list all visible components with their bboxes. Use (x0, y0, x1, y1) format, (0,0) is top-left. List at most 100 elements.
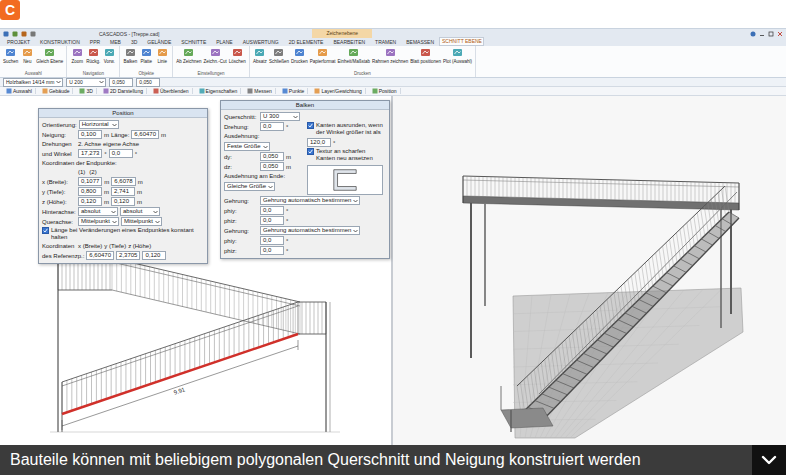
dropdown-value: Horizontal (82, 121, 109, 128)
dialog-title[interactable]: Balken (221, 101, 389, 110)
number-field[interactable]: 0,0 (260, 236, 284, 245)
checkbox[interactable] (42, 227, 49, 234)
checkbox[interactable] (307, 122, 314, 129)
ribbon-button[interactable]: Rückg. (86, 47, 100, 64)
ribbon-tab[interactable]: AUSWERTUNG (238, 38, 284, 46)
ribbon-tab[interactable]: PROJEKT (2, 38, 35, 46)
ribbon-button[interactable]: Papierformat (310, 47, 336, 64)
number-field[interactable]: 0,0 (260, 122, 284, 131)
position-dialog[interactable]: PositionOrientierung:HorizontalNeigung:0… (38, 108, 208, 264)
ribbon-button[interactable]: Vorw. (102, 47, 116, 64)
dropdown[interactable]: U 200 (66, 78, 106, 87)
drawing-2d-view[interactable]: 9.91PositionOrientierung:HorizontalNeigu… (0, 96, 393, 445)
dropdown[interactable]: Mittelpunkt (78, 217, 119, 226)
number-field[interactable]: 0,050 (109, 78, 133, 87)
ribbon-button[interactable]: Zoom (70, 47, 84, 64)
ribbon-button[interactable]: Blatt positionen (410, 47, 441, 64)
number-field[interactable]: 17,273 (78, 149, 102, 158)
dialog-title[interactable]: Position (39, 109, 207, 118)
ribbon-tab[interactable]: MEB (105, 38, 126, 46)
number-field[interactable]: 0,100 (78, 130, 102, 139)
ribbon-tab[interactable]: PPR (85, 38, 105, 46)
checkbox[interactable] (307, 148, 314, 155)
ribbon-tab[interactable]: SCHNITTE (176, 38, 211, 46)
ribbon-tab[interactable]: BEARBEITEN (328, 38, 370, 46)
dropdown[interactable]: Gehrung automatisch bestimmen (260, 226, 360, 235)
ribbon-button[interactable]: Einheit/Maßstab (337, 47, 370, 64)
ribbon-button[interactable]: Ab Zeichnen (176, 47, 201, 64)
toolbar-button[interactable]: Punkte (279, 88, 309, 94)
ribbon-button[interactable]: Drucken (291, 47, 308, 64)
view-3d[interactable] (393, 96, 786, 445)
ribbon-button[interactable]: Rahmen zeichnen (372, 47, 408, 64)
ribbon-button[interactable]: Plot (Auswahl) (443, 47, 472, 64)
ribbon-button[interactable]: Linie (155, 47, 169, 64)
toolbar-button[interactable]: Gebäude (39, 88, 74, 94)
ribbon-button[interactable]: Platte (139, 47, 153, 64)
dropdown[interactable]: Gleiche Größe (224, 182, 275, 191)
checkbox-option[interactable]: Textur an scharfen Kanten neu ansetzen (307, 148, 386, 162)
number-field[interactable]: 0,0 (260, 206, 284, 215)
number-field[interactable]: 0,0 (109, 149, 133, 158)
dropdown[interactable]: Holzbalken 14/14 mm (3, 78, 63, 87)
ribbon-tab[interactable]: GELÄNDE (142, 38, 176, 46)
expand-button[interactable] (752, 445, 786, 475)
dropdown[interactable]: Horizontal (79, 120, 119, 129)
ribbon-button[interactable]: Neu (20, 47, 34, 64)
toolbar-button-label: Layer/Gewichtung (321, 88, 361, 94)
ribbon-button[interactable]: Absatz (253, 47, 267, 64)
ribbon-tab[interactable]: 2D ELEMENTE (284, 38, 329, 46)
toolbar-button-label: Messen (254, 88, 272, 94)
number-field[interactable]: 120,0 (307, 138, 331, 147)
number-field[interactable]: 0,0 (260, 246, 284, 255)
toolbar-button[interactable]: 2D Darstellung (100, 88, 147, 94)
checkbox-option[interactable]: Kanten ausrunden, wenn der Winkel größer… (307, 122, 386, 136)
toolbar-button[interactable]: Layer/Gewichtung (311, 88, 365, 94)
number-field[interactable]: 0,050 (260, 152, 284, 161)
ribbon-button[interactable]: Zeichn.-Cut (204, 47, 227, 64)
number-field[interactable]: 0,120 (142, 251, 166, 260)
toolbar-button-label: Position (379, 88, 397, 94)
number-field[interactable]: 0,120 (111, 197, 135, 206)
ribbon-tab[interactable]: 3D (126, 38, 142, 46)
number-field[interactable]: 2,3705 (116, 251, 140, 260)
ribbon-button[interactable]: Schließen (269, 47, 289, 64)
dropdown[interactable]: Mittelpunkt (121, 217, 162, 226)
toolbar-button[interactable]: 3D (76, 88, 96, 94)
ribbon-tab[interactable]: SCHNITT EBENE (439, 37, 484, 46)
ribbon-tab[interactable]: TRAMEN (370, 38, 401, 46)
ribbon-tab[interactable]: BEMASSEN (401, 38, 439, 46)
toolbar-button[interactable]: Position (369, 88, 401, 94)
number-field[interactable]: 0,1077 (78, 177, 102, 186)
dropdown[interactable]: Feste Größe (224, 142, 270, 151)
number-field[interactable]: 6,60470 (131, 130, 159, 139)
number-field[interactable]: 0,050 (136, 78, 160, 87)
number-field[interactable]: 0,050 (260, 162, 284, 171)
ribbon-tab[interactable]: KONSTRUKTION (35, 38, 85, 46)
toolbar-button[interactable]: Überblenden (150, 88, 193, 94)
ribbon-tab[interactable]: PLANE (211, 38, 237, 46)
dropdown[interactable]: absolut (120, 207, 160, 216)
number-field[interactable]: 0,800 (78, 187, 102, 196)
ribbon-button[interactable]: Löschen (229, 47, 246, 64)
checkbox-option[interactable]: Länge bei Veränderungen eines Endpunktes… (42, 227, 204, 241)
ribbon-button[interactable]: Gleich Ebene (36, 47, 63, 64)
toolbar-button[interactable]: Messen (244, 88, 276, 94)
number-field[interactable]: 0,0 (260, 216, 284, 225)
ribbon-button[interactable]: Balken (123, 47, 137, 64)
dropdown[interactable]: U 300 (260, 112, 300, 121)
toolbar-button[interactable]: Eigenschaften (196, 88, 242, 94)
dropdown-arrow-icon (99, 80, 104, 84)
ribbon-button-label: Gleich Ebene (36, 59, 63, 64)
number-field[interactable]: 6,6078 (111, 177, 135, 186)
number-field[interactable]: 6,60470 (86, 251, 114, 260)
number-field[interactable]: 2,741 (111, 187, 135, 196)
dropdown[interactable]: absolut (78, 207, 118, 216)
logo[interactable]: C (0, 0, 20, 20)
ribbon-button[interactable]: Suchen (3, 47, 18, 64)
dropdown[interactable]: Gehrung automatisch bestimmen (260, 196, 360, 205)
beam-dialog[interactable]: BalkenQuerschnitt:U 300Drehung:0,0°Ausde… (220, 100, 390, 259)
number-field[interactable]: 0,120 (78, 197, 102, 206)
ribbon-buttons: BalkenPlatteLinie (123, 47, 169, 71)
toolbar-button[interactable]: Auswahl (3, 88, 36, 94)
